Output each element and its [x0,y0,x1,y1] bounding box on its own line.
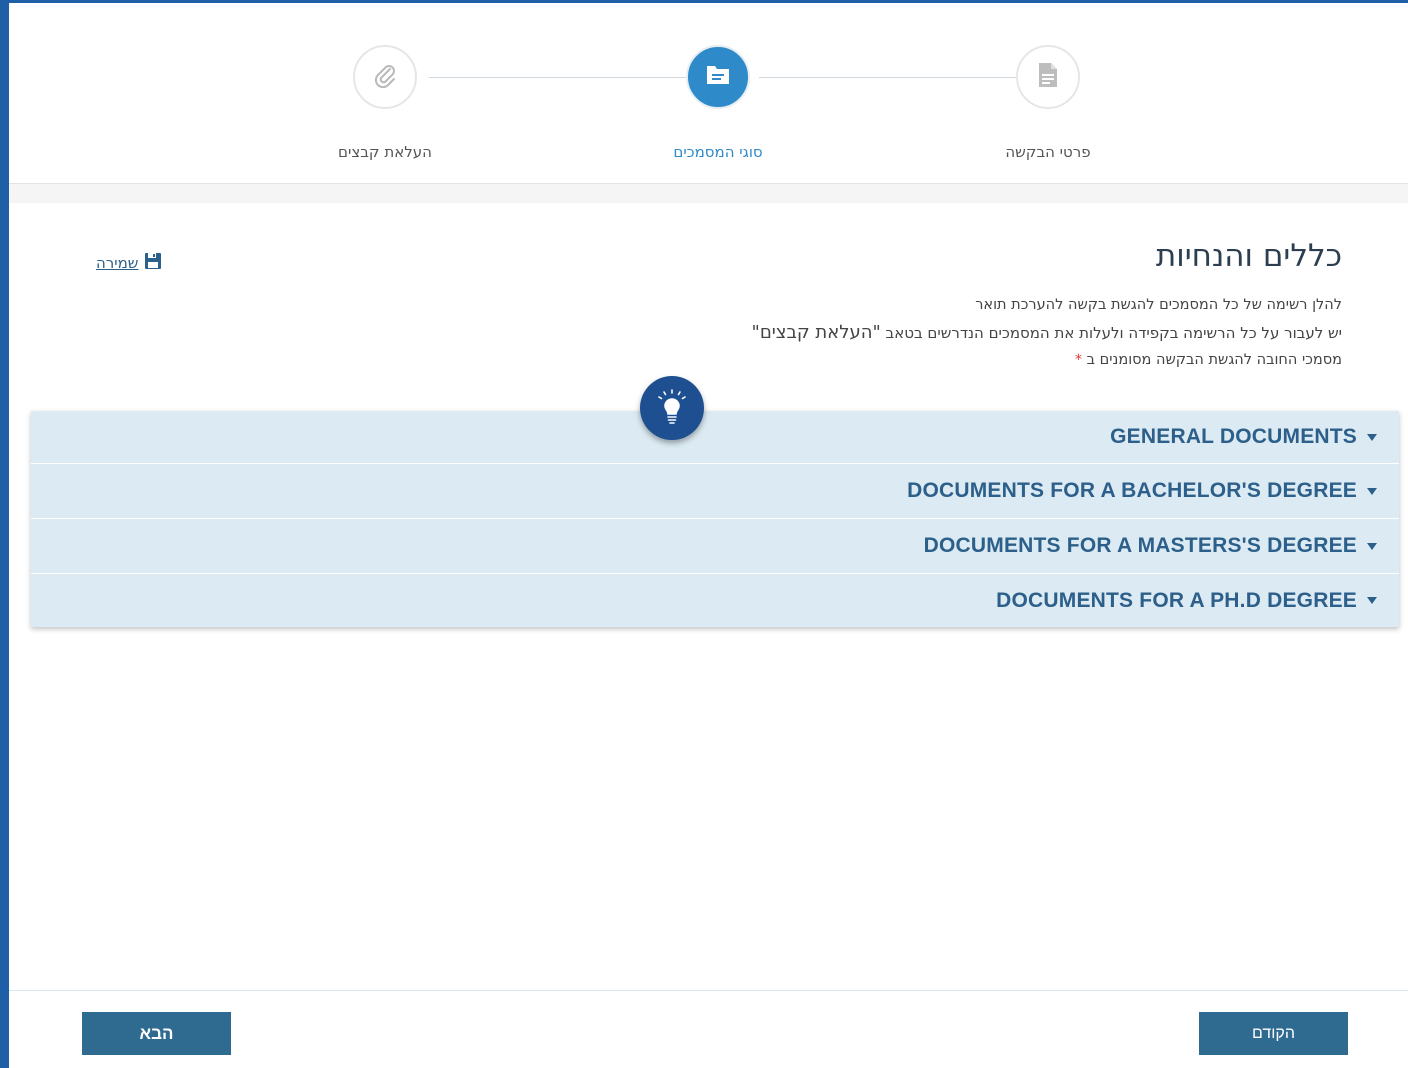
step-connector [429,77,687,78]
accordion-item-label: DOCUMENTS FOR A MASTERS'S DEGREE [923,534,1357,557]
upload-tab-reference: "העלאת קבצים" [751,322,881,343]
next-button[interactable]: הבא [82,1012,231,1055]
accordion-item-label: DOCUMENTS FOR A PH.D DEGREE [996,588,1357,612]
step-label-document-types[interactable]: סוגי המסמכים [618,143,818,161]
instructions-line-3-text: מסמכי החובה להגשת הבקשה מסומנים ב [1082,352,1342,368]
accordion-item-label: DOCUMENTS FOR A BACHELOR'S DEGREE [907,479,1357,502]
step-upload-files[interactable] [353,45,417,109]
save-link-label: שמירה [96,254,139,272]
window-frame-left [0,0,9,1068]
required-marker: * [1074,352,1083,368]
accordion-item-masters-degree[interactable]: DOCUMENTS FOR A MASTERS'S DEGREE [31,519,1399,574]
accordion-item-phd-degree[interactable]: DOCUMENTS FOR A PH.D DEGREE [31,574,1399,627]
floppy-disk-icon [144,252,162,274]
save-link[interactable]: שמירה [96,252,162,274]
instructions-text: להלן רשימה של כל המסמכים להגשת בקשה להער… [752,292,1342,374]
instructions-line-1: להלן רשימה של כל המסמכים להגשת בקשה להער… [975,297,1342,313]
step-request-details[interactable] [1016,45,1080,109]
page-title: כללים והנחיות [1155,238,1342,274]
caret-down-icon [1367,433,1377,441]
accordion-item-general-documents[interactable]: GENERAL DOCUMENTS [31,411,1399,464]
progress-stepper: העלאת קבצים סוגי המסמכים פרטי הבקשה [9,3,1408,184]
instructions-line-3: מסמכי החובה להגשת הבקשה מסומנים ב * [752,347,1342,374]
step-label-request-details[interactable]: פרטי הבקשה [948,143,1148,161]
footer-divider [9,990,1408,991]
step-label-upload-files[interactable]: העלאת קבצים [285,143,485,161]
instructions-line-2-text: יש לעבור על כל הרשימה בקפידה ולעלות את ה… [880,324,1342,342]
accordion-item-label: GENERAL DOCUMENTS [1110,425,1357,448]
folder-icon [705,63,731,91]
document-icon [1037,61,1059,93]
accordion-item-bachelors-degree[interactable]: DOCUMENTS FOR A BACHELOR'S DEGREE [31,464,1399,519]
documents-accordion: GENERAL DOCUMENTS DOCUMENTS FOR A BACHEL… [31,411,1399,627]
step-document-types[interactable] [686,45,750,109]
instructions-line-2: יש לעבור על כל הרשימה בקפידה ולעלות את ה… [752,319,1342,347]
previous-button[interactable]: הקודם [1199,1012,1348,1055]
divider-band [9,184,1408,203]
paperclip-icon [371,61,399,93]
lightbulb-icon[interactable] [640,376,704,440]
caret-down-icon [1367,542,1377,550]
caret-down-icon [1367,487,1377,495]
step-connector [759,77,1018,78]
caret-down-icon [1367,597,1377,604]
